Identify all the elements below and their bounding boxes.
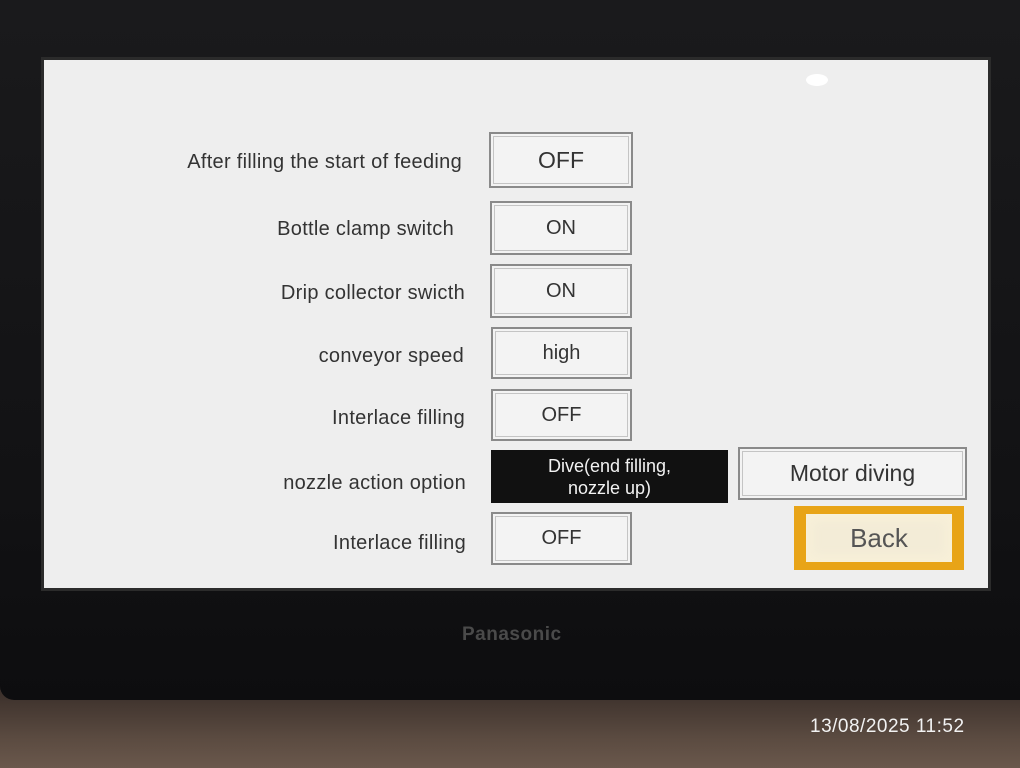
option-motor-diving[interactable]: Motor diving [738,447,967,500]
option-dive-line1: Dive(end filling, [547,455,672,476]
toggle-drip-collector[interactable]: ON [490,264,632,318]
option-dive-line2: nozzle up) [567,477,652,498]
back-button-label: Back [806,514,952,562]
setting-label-conveyor-speed: conveyor speed [318,345,464,367]
toggle-interlace-filling[interactable]: OFF [491,389,632,441]
setting-label-drip-collector: Drip collector swicth [280,282,465,304]
toggle-feeding-start[interactable]: OFF [489,132,633,188]
back-button[interactable]: Back [794,506,964,570]
toggle-bottle-clamp[interactable]: ON [490,201,632,255]
setting-label-bottle-clamp: Bottle clamp switch [277,218,454,240]
setting-label-nozzle-action: nozzle action option [283,472,466,494]
setting-label-interlace-filling-2: Interlace filling [333,532,466,554]
brand-logo: Panasonic [462,624,562,645]
toggle-interlace-filling-2[interactable]: OFF [491,512,632,565]
setting-label-feeding-start: After filling the start of feeding [187,151,462,173]
photo-timestamp: 13/08/2025 11:52 [810,716,965,737]
setting-label-interlace-filling: Interlace filling [332,407,465,429]
toggle-conveyor-speed[interactable]: high [491,327,632,379]
screen-glare [806,74,828,86]
option-dive-selected[interactable]: Dive(end filling, nozzle up) [491,450,728,503]
